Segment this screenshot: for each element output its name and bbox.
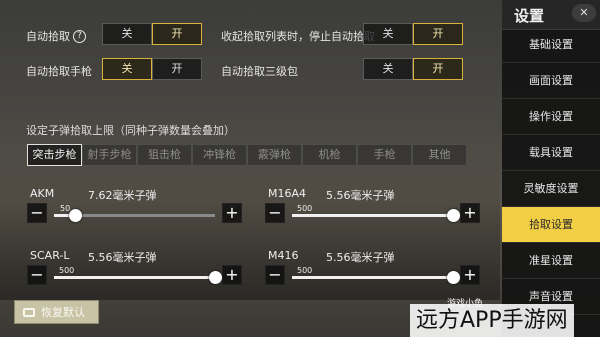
sidebar-item-basic[interactable]: 基础设置	[502, 27, 600, 63]
auto-pickup-backpack-on-option[interactable]: 开	[413, 58, 463, 80]
slider-handle[interactable]	[209, 271, 222, 284]
increase-button[interactable]: +	[460, 265, 480, 285]
reset-default-button[interactable]: 恢复默认	[14, 300, 99, 324]
sidebar-item-crosshair[interactable]: 准星设置	[502, 243, 600, 279]
watermark-logo: 远方APP手游网	[410, 304, 574, 337]
auto-pickup-row: 自动拾取 ?	[26, 28, 86, 44]
ammo-limit-slider[interactable]	[292, 271, 460, 284]
auto-pickup-pistol-off-option[interactable]: 关	[102, 58, 152, 80]
ammo-type: 5.56毫米子弹	[88, 251, 157, 264]
settings-title: 设置	[514, 7, 545, 25]
ammo-limit-title: 设定子弹拾取上限（同种子弹数量会叠加）	[26, 124, 235, 137]
slider-handle[interactable]	[447, 271, 460, 284]
weapon-name: AKM	[30, 187, 55, 200]
decrease-button[interactable]: −	[265, 203, 285, 223]
sidebar-header: 设置 ✕	[502, 0, 600, 30]
auto-pickup-backpack-off-option[interactable]: 关	[363, 58, 413, 80]
ammo-limit-value: 500	[59, 266, 75, 275]
sidebar-item-graphics[interactable]: 画面设置	[502, 63, 600, 99]
ammo-limit-value: 500	[297, 204, 313, 213]
collapse-stop-pickup-off-option[interactable]: 关	[363, 23, 413, 45]
auto-pickup-backpack-toggle: 关 开	[363, 58, 463, 80]
decrease-button[interactable]: −	[27, 265, 47, 285]
tab-marksman-rifle[interactable]: 射手步枪	[82, 144, 137, 166]
sidebar-item-controls[interactable]: 操作设置	[502, 99, 600, 135]
weapon-akm: AKM 7.62毫米子弹 − 50 +	[27, 187, 242, 237]
tab-machine-gun[interactable]: 机枪	[302, 144, 357, 166]
sidebar-item-pickup[interactable]: 拾取设置	[502, 207, 600, 243]
tab-shotgun[interactable]: 霰弹枪	[247, 144, 302, 166]
ammo-limit-value: 50	[60, 204, 71, 213]
collapse-stop-pickup-row: 收起拾取列表时，停止自动拾取	[221, 28, 375, 44]
slider-handle[interactable]	[68, 209, 82, 222]
decrease-button[interactable]: −	[27, 203, 47, 223]
auto-pickup-pistol-row: 自动拾取手枪	[26, 63, 92, 79]
close-icon[interactable]: ✕	[572, 4, 596, 22]
weapon-name: SCAR-L	[30, 249, 70, 262]
tab-other[interactable]: 其他	[412, 144, 467, 166]
auto-pickup-off-option[interactable]: 关	[102, 23, 152, 45]
tab-sniper-rifle[interactable]: 狙击枪	[137, 144, 192, 166]
ammo-limit-slider[interactable]	[54, 271, 222, 284]
ammo-limit-slider[interactable]	[54, 209, 215, 222]
weapon-category-tabs: 突击步枪 射手步枪 狙击枪 冲锋枪 霰弹枪 机枪 手枪 其他	[27, 144, 467, 166]
ammo-type: 7.62毫米子弹	[88, 189, 157, 202]
ammo-type: 5.56毫米子弹	[326, 189, 395, 202]
tab-pistol[interactable]: 手枪	[357, 144, 412, 166]
auto-pickup-label: 自动拾取	[26, 30, 70, 43]
ammo-limit-value: 500	[297, 266, 313, 275]
tab-assault-rifle[interactable]: 突击步枪	[27, 144, 82, 166]
watermark-text: 远方APP手游网	[416, 308, 568, 333]
decrease-button[interactable]: −	[265, 265, 285, 285]
collapse-stop-pickup-on-option[interactable]: 开	[413, 23, 463, 45]
weapon-m416: M416 5.56毫米子弹 − 500 +	[265, 249, 480, 299]
increase-button[interactable]: +	[222, 265, 242, 285]
reset-icon	[23, 307, 35, 317]
auto-pickup-pistol-on-option[interactable]: 开	[152, 58, 202, 80]
weapon-m16a4: M16A4 5.56毫米子弹 − 500 +	[265, 187, 480, 237]
sidebar-item-sensitivity[interactable]: 灵敏度设置	[502, 171, 600, 207]
weapon-name: M16A4	[268, 187, 307, 200]
auto-pickup-backpack-row: 自动拾取三级包	[221, 63, 298, 79]
help-icon[interactable]: ?	[73, 29, 86, 43]
reset-default-label: 恢复默认	[41, 306, 85, 319]
slider-fill	[292, 276, 453, 279]
increase-button[interactable]: +	[460, 203, 480, 223]
sidebar-item-vehicle[interactable]: 载具设置	[502, 135, 600, 171]
tab-smg[interactable]: 冲锋枪	[192, 144, 247, 166]
collapse-stop-pickup-toggle: 关 开	[363, 23, 463, 45]
slider-fill	[54, 276, 215, 279]
auto-pickup-backpack-label: 自动拾取三级包	[221, 65, 298, 78]
settings-sidebar: 设置 ✕ 基础设置 画面设置 操作设置 载具设置 灵敏度设置 拾取设置 准星设置…	[502, 0, 600, 337]
ammo-limit-slider[interactable]	[292, 209, 460, 222]
auto-pickup-pistol-label: 自动拾取手枪	[26, 65, 92, 78]
ammo-type: 5.56毫米子弹	[326, 251, 395, 264]
auto-pickup-on-option[interactable]: 开	[152, 23, 202, 45]
slider-handle[interactable]	[447, 209, 460, 222]
collapse-stop-pickup-label: 收起拾取列表时，停止自动拾取	[221, 30, 375, 43]
weapon-name: M416	[268, 249, 299, 262]
slider-fill	[292, 214, 453, 217]
auto-pickup-pistol-toggle: 关 开	[102, 58, 202, 80]
auto-pickup-toggle: 关 开	[102, 23, 202, 45]
increase-button[interactable]: +	[222, 203, 242, 223]
weapon-scar-l: SCAR-L 5.56毫米子弹 − 500 +	[27, 249, 242, 299]
